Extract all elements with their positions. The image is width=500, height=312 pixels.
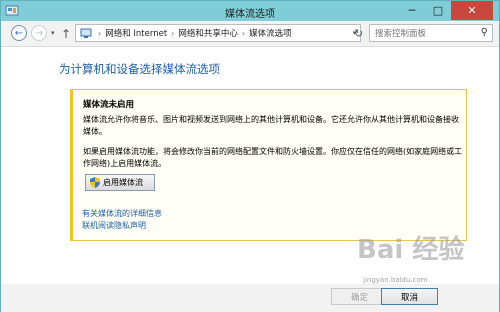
privacy-statement-link[interactable]: 联机阅读隐私声明 — [82, 220, 146, 231]
network-icon — [80, 28, 92, 38]
baidu-watermark-url: jingyan.baidu.com — [363, 276, 428, 284]
window-controls: ─ □ ✕ — [399, 1, 493, 20]
title-bar: 媒体流选项 ─ □ ✕ — [1, 1, 499, 21]
search-icon[interactable]: ⚲ — [481, 27, 488, 38]
breadcrumb-network-internet[interactable]: 网络和 Internet — [105, 27, 167, 39]
cancel-button[interactable]: 取消 — [381, 288, 438, 305]
media-streaming-details-link[interactable]: 有关媒体流的详细信息 — [82, 208, 162, 219]
breadcrumb-separator: › — [98, 28, 102, 38]
page-heading: 为计算机和设备选择媒体流选项 — [59, 62, 220, 76]
breadcrumb-separator: › — [171, 28, 175, 38]
close-button[interactable]: ✕ — [451, 1, 493, 20]
forward-button[interactable]: → — [31, 25, 47, 41]
search-placeholder: 搜索控制面板 — [375, 29, 427, 39]
minimize-button[interactable]: ─ — [399, 1, 425, 20]
info-title: 媒体流未启用 — [83, 100, 135, 110]
breadcrumb-media-streaming-options[interactable]: 媒体流选项 — [249, 27, 292, 39]
back-button[interactable]: ← — [11, 25, 27, 41]
info-paragraph-1: 媒体流允许你将音乐、图片和视频发送到网络上的其他计算机和设备。它还允许你从其他计… — [83, 115, 459, 136]
recent-pages-chevron-icon[interactable]: ▾ — [51, 29, 55, 37]
maximize-button[interactable]: □ — [425, 1, 451, 20]
address-bar[interactable]: › 网络和 Internet › 网络和共享中心 › 媒体流选项 — [75, 24, 351, 42]
uac-shield-icon — [90, 177, 100, 188]
dialog-footer: 确定 取消 — [1, 284, 499, 312]
enable-media-streaming-button[interactable]: 启用媒体流 — [85, 174, 155, 191]
ok-button[interactable]: 确定 — [331, 288, 388, 305]
search-input[interactable]: 搜索控制面板 ⚲ — [369, 24, 493, 42]
up-button[interactable]: ↑ — [61, 27, 71, 41]
breadcrumb-network-sharing-center[interactable]: 网络和共享中心 — [178, 27, 238, 39]
navigation-bar: ← → ▾ ↑ › 网络和 Internet › 网络和共享中心 › 媒体流选项… — [1, 21, 499, 46]
breadcrumb-separator: › — [241, 28, 246, 38]
refresh-icon[interactable]: ↻ — [354, 27, 363, 40]
baidu-watermark-logo: Bai 经验 — [357, 235, 465, 265]
info-paragraph-2: 如果启用媒体流功能，将会修改你当前的网络配置文件和防火墙设置。你应仅在信任的网络… — [83, 147, 463, 168]
enable-button-label: 启用媒体流 — [103, 178, 143, 187]
media-streaming-options-window: 媒体流选项 ─ □ ✕ ← → ▾ ↑ › 网络和 Internet › 网络和… — [0, 0, 500, 312]
